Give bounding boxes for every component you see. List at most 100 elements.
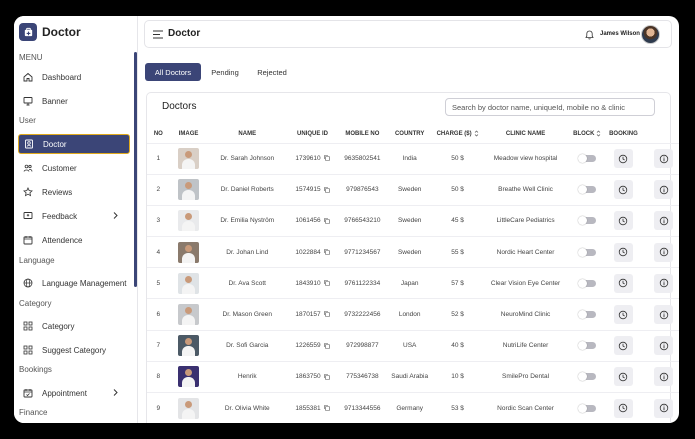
sidebar-item-category[interactable]: Category	[18, 316, 130, 336]
unique-id-text: 1855381	[295, 404, 321, 412]
sidebar-item-language-management[interactable]: Language Management	[18, 273, 130, 293]
info-button[interactable]	[654, 180, 674, 200]
info-button[interactable]	[654, 211, 674, 231]
unique-id-text: 1870157	[295, 311, 321, 319]
cell-image	[169, 236, 208, 268]
cell-image	[169, 360, 208, 393]
top-bar: Doctor James Wilson	[144, 20, 672, 48]
copy-icon[interactable]	[323, 280, 330, 286]
copy-icon[interactable]	[323, 155, 330, 162]
cell-block	[568, 267, 607, 299]
tab-all-doctors[interactable]: All Doctors	[145, 63, 201, 81]
cell-name: Dr. Olivia White	[207, 391, 288, 423]
search-input[interactable]	[445, 98, 655, 116]
cell-booking	[606, 236, 641, 268]
cell-charge: 55 $	[432, 236, 483, 268]
cell-charge: 50 $	[432, 142, 483, 175]
doctor-photo	[178, 179, 200, 201]
copy-icon[interactable]	[323, 186, 330, 193]
booking-button[interactable]	[613, 367, 633, 387]
copy-icon[interactable]	[323, 217, 330, 224]
cell-block	[568, 204, 607, 237]
cell-booking	[606, 173, 641, 206]
booking-button[interactable]	[613, 336, 633, 356]
booking-button[interactable]	[613, 180, 633, 200]
calendar-icon	[23, 236, 33, 245]
column-header-no: NO	[153, 130, 163, 137]
block-toggle[interactable]	[577, 185, 596, 195]
booking-button[interactable]	[613, 149, 633, 169]
sidebar-item-label: Suggest Category	[42, 345, 107, 355]
sidebar-item-label: Attendence	[42, 235, 83, 245]
cell-image	[169, 298, 208, 331]
booking-button[interactable]	[613, 242, 633, 262]
tab-rejected[interactable]: Rejected	[250, 63, 294, 81]
booking-button[interactable]	[613, 273, 633, 293]
sidebar-item-doctor[interactable]: Doctor	[18, 134, 130, 154]
clock-icon	[619, 341, 628, 350]
copy-icon[interactable]	[323, 405, 330, 411]
cell-country: Saudi Arabia	[386, 360, 433, 393]
feedback-icon	[23, 212, 33, 219]
block-toggle[interactable]	[577, 372, 596, 382]
cell-unique-id: 1863750	[287, 360, 338, 393]
info-button[interactable]	[654, 305, 674, 325]
block-toggle[interactable]	[577, 247, 596, 257]
info-button[interactable]	[654, 273, 674, 293]
block-toggle[interactable]	[577, 278, 596, 288]
doctor-photo	[178, 397, 200, 419]
copy-icon[interactable]	[323, 342, 330, 349]
block-toggle[interactable]	[577, 153, 596, 163]
booking-button[interactable]	[613, 211, 633, 231]
block-toggle[interactable]	[577, 216, 596, 226]
copy-icon[interactable]	[323, 373, 330, 380]
booking-button[interactable]	[613, 398, 633, 418]
cell-unique-id: 1870157	[287, 298, 338, 331]
sidebar-scrollbar[interactable]	[134, 52, 137, 287]
sidebar-item-reviews[interactable]: Reviews	[18, 182, 130, 202]
sidebar-item-appointment[interactable]: Appointment	[18, 383, 130, 403]
column-header-clinic: CLINIC NAME	[505, 130, 546, 137]
cell-name: Dr. Johan Lind	[207, 236, 288, 268]
cell-unique-id: 1061456	[287, 204, 338, 237]
sidebar-item-customer[interactable]: Customer	[18, 158, 130, 178]
tab-pending[interactable]: Pending	[204, 63, 246, 81]
sidebar-item-suggest-category[interactable]: Suggest Category	[18, 340, 130, 360]
bell-icon[interactable]	[585, 30, 594, 40]
cell-unique-id: 1574915	[287, 173, 338, 206]
cell-clinic: SmilePro Dental	[482, 360, 569, 393]
info-button[interactable]	[654, 398, 674, 418]
column-header-block[interactable]: BLOCK	[568, 125, 606, 143]
column-header-charge[interactable]: CHARGE ($)	[433, 125, 483, 143]
avatar[interactable]	[641, 25, 660, 44]
section-label-category: Category	[19, 299, 52, 308]
sidebar-item-label: Banner	[42, 96, 68, 106]
info-button[interactable]	[654, 367, 674, 387]
copy-icon[interactable]	[323, 249, 330, 255]
column-header-actions	[641, 125, 679, 143]
cell-image	[169, 329, 208, 362]
cell-no: 4	[147, 236, 170, 268]
sidebar-item-attendence[interactable]: Attendence	[18, 230, 130, 250]
user-name[interactable]: James Wilson	[600, 31, 640, 37]
table-row: 5 Dr. Ava Scott 1843910 9761122334 Japan…	[147, 267, 679, 299]
menu-icon[interactable]	[153, 30, 163, 39]
cell-booking	[606, 142, 641, 175]
sidebar-item-dashboard[interactable]: Dashboard	[18, 67, 130, 87]
cell-mobile: 775346738	[337, 360, 387, 393]
info-button[interactable]	[654, 242, 674, 262]
sidebar-item-feedback[interactable]: Feedback	[18, 206, 130, 226]
booking-button[interactable]	[613, 305, 633, 325]
column-header-unique-id: UNIQUE ID	[297, 130, 329, 137]
cell-unique-id: 1843910	[287, 267, 338, 299]
info-button[interactable]	[654, 336, 674, 356]
info-button[interactable]	[654, 149, 674, 169]
column-header-booking: BOOKING	[609, 130, 638, 137]
copy-icon[interactable]	[323, 311, 330, 318]
sidebar-item-label: Reviews	[42, 187, 73, 197]
block-toggle[interactable]	[577, 403, 596, 413]
sidebar-item-banner[interactable]: Banner	[18, 91, 130, 111]
calendar-check-icon	[23, 389, 33, 398]
block-toggle[interactable]	[577, 309, 596, 319]
block-toggle[interactable]	[577, 341, 596, 351]
